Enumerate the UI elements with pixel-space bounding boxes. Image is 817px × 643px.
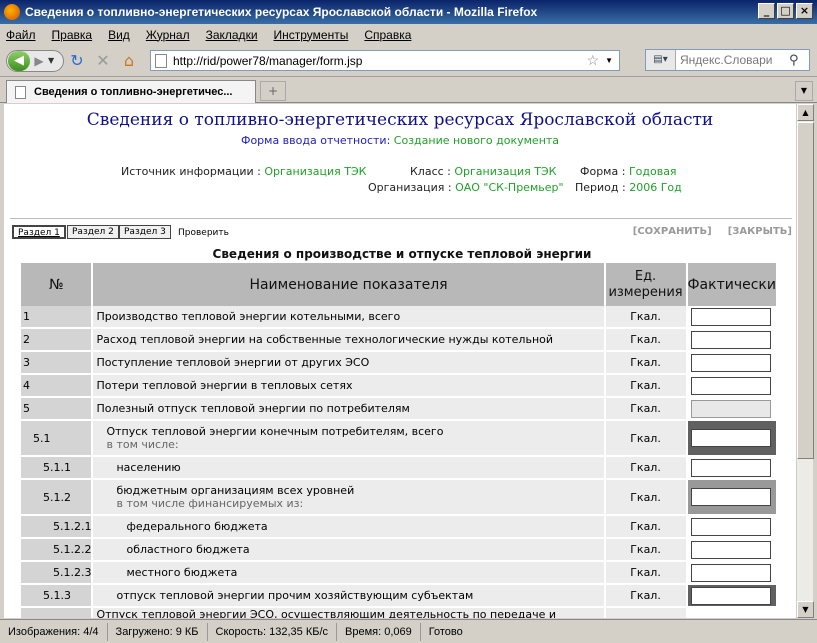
table-row: 2 Расход тепловой энергии на собственные… xyxy=(21,329,778,352)
table-title: Сведения о производстве и отпуске теплов… xyxy=(212,247,592,261)
value-input[interactable] xyxy=(690,488,771,506)
status-images: Изображения: 4/4 xyxy=(0,622,108,641)
value-input[interactable] xyxy=(690,429,771,447)
search-icon[interactable]: ⚲ xyxy=(789,53,809,68)
search-input[interactable]: Яндекс.Словари xyxy=(676,53,789,67)
form-type-info: Форма : Годовая xyxy=(580,165,677,178)
url-text[interactable]: http://rid/power78/manager/form.jsp xyxy=(173,54,587,68)
menu-view[interactable]: Вид xyxy=(108,28,130,42)
firefox-icon xyxy=(4,4,20,20)
value-input[interactable] xyxy=(690,563,771,582)
forward-icon[interactable]: ▶ xyxy=(30,54,48,68)
form-subtitle: Форма ввода отчетности: Создание нового … xyxy=(240,134,560,147)
navigation-toolbar: ◀ ▶ ▼ ↻ ✕ ⌂ http://rid/power78/manager/f… xyxy=(0,45,817,77)
period-info: Период : 2006 Год xyxy=(575,181,682,194)
close-form-button[interactable]: [ЗАКРЫТЬ] xyxy=(728,226,792,237)
url-bar[interactable]: http://rid/power78/manager/form.jsp ☆ ▼ xyxy=(150,50,620,71)
value-input[interactable] xyxy=(690,458,771,477)
close-button[interactable]: × xyxy=(796,3,813,19)
url-dropdown-icon[interactable]: ▼ xyxy=(605,56,613,65)
check-button[interactable]: Проверить xyxy=(178,228,229,238)
table-row: 5.1.1 населению Гкал. xyxy=(21,457,778,480)
search-box[interactable]: ▤▾ Яндекс.Словари ⚲ xyxy=(645,49,810,71)
page-icon xyxy=(155,53,167,68)
stop-icon[interactable]: ✕ xyxy=(90,51,116,70)
value-input[interactable] xyxy=(690,517,771,536)
table-row: 1 Производство тепловой энергии котельны… xyxy=(21,306,778,329)
value-input[interactable] xyxy=(690,376,771,395)
organization-info: Организация : ОАО "СК-Премьер" xyxy=(368,181,564,194)
page-content: Сведения о топливно-энергетических ресур… xyxy=(4,104,796,618)
tab-list-icon[interactable]: ▼ xyxy=(795,81,813,101)
status-time: Время: 0,069 xyxy=(337,622,421,641)
section-tabs: Раздел 1 Раздел 2 Раздел 3 Проверить [СО… xyxy=(10,218,792,240)
status-bar: Изображения: 4/4 Загружено: 9 КБ Скорост… xyxy=(0,619,817,643)
bookmark-star-icon[interactable]: ☆ xyxy=(587,52,600,69)
page-title: Сведения о топливно-энергетических ресур… xyxy=(86,110,714,130)
save-button[interactable]: [СОХРАНИТЬ] xyxy=(633,226,712,237)
menu-tools[interactable]: Инструменты xyxy=(274,28,349,42)
value-input[interactable] xyxy=(690,307,771,326)
class-info: Класс : Организация ТЭК xyxy=(410,165,557,178)
history-dropdown-icon[interactable]: ▼ xyxy=(48,56,58,65)
table-row: Отпуск тепловой энергии ЭСО, осуществляю… xyxy=(21,608,778,618)
table-row: 5.1.2.1 федерального бюджета Гкал. xyxy=(21,516,778,539)
scroll-thumb[interactable] xyxy=(797,122,814,459)
menu-bookmarks[interactable]: Закладки xyxy=(206,28,258,42)
section-tab-1[interactable]: Раздел 1 xyxy=(12,225,66,239)
value-input-disabled xyxy=(690,399,771,418)
status-state: Готово xyxy=(428,625,463,638)
title-bar: Сведения о топливно-энергетических ресур… xyxy=(0,0,817,24)
home-icon[interactable]: ⌂ xyxy=(116,51,142,70)
table-row: 3 Поступление тепловой энергии от других… xyxy=(21,352,778,375)
section-tab-2[interactable]: Раздел 2 xyxy=(67,225,119,239)
section-tab-3[interactable]: Раздел 3 xyxy=(119,225,171,239)
value-input[interactable] xyxy=(690,586,771,605)
source-info: Источник информации : Организация ТЭК xyxy=(121,165,367,178)
value-input[interactable] xyxy=(690,540,771,559)
tab-page-icon xyxy=(15,85,26,99)
table-row: 5.1.2.3 местного бюджета Гкал. xyxy=(21,562,778,585)
col-header-name: Наименование показателя xyxy=(93,263,606,306)
vertical-scrollbar[interactable]: ▲ ▼ xyxy=(796,104,814,618)
data-table: № Наименование показателя Ед. измерения … xyxy=(21,263,778,618)
col-header-unit: Ед. измерения xyxy=(605,263,688,306)
new-tab-icon[interactable]: + xyxy=(260,81,286,101)
menu-bar: Файл Правка Вид Журнал Закладки Инструме… xyxy=(0,24,817,45)
maximize-button[interactable]: □ xyxy=(777,3,794,19)
status-speed: Скорость: 132,35 КБ/с xyxy=(208,622,338,641)
table-row: 5.1.2.2 областного бюджета Гкал. xyxy=(21,539,778,562)
tab-current[interactable]: Сведения о топливно-энергетичес... xyxy=(6,80,256,103)
tab-label: Сведения о топливно-энергетичес... xyxy=(34,86,233,98)
menu-history[interactable]: Журнал xyxy=(146,28,190,42)
tab-strip: Сведения о топливно-энергетичес... + ▼ xyxy=(0,78,817,103)
menu-edit[interactable]: Правка xyxy=(52,28,93,42)
scroll-down-icon[interactable]: ▼ xyxy=(797,601,814,618)
table-row: 5 Полезный отпуск тепловой энергии по по… xyxy=(21,398,778,421)
minimize-button[interactable]: _ xyxy=(758,3,775,19)
reload-icon[interactable]: ↻ xyxy=(64,51,90,70)
table-row: 5.1 Отпуск тепловой энергии конечным пот… xyxy=(21,421,778,457)
value-input[interactable] xyxy=(690,330,771,349)
menu-file[interactable]: Файл xyxy=(6,28,36,42)
search-engine-icon[interactable]: ▤▾ xyxy=(646,50,676,70)
scroll-up-icon[interactable]: ▲ xyxy=(797,104,814,121)
status-loaded: Загружено: 9 КБ xyxy=(108,622,208,641)
value-input[interactable] xyxy=(690,353,771,372)
table-row: 4 Потери тепловой энергии в тепловых сет… xyxy=(21,375,778,398)
col-header-num: № xyxy=(21,263,94,306)
table-row: 5.1.3 отпуск тепловой энергии прочим хоз… xyxy=(21,585,778,608)
back-icon[interactable]: ◀ xyxy=(8,50,30,71)
table-row: 5.1.2 бюджетным организациям всех уровне… xyxy=(21,480,778,516)
col-header-actual: Фактически xyxy=(687,263,778,306)
menu-help[interactable]: Справка xyxy=(364,28,411,42)
window-title: Сведения о топливно-энергетических ресур… xyxy=(25,5,538,19)
